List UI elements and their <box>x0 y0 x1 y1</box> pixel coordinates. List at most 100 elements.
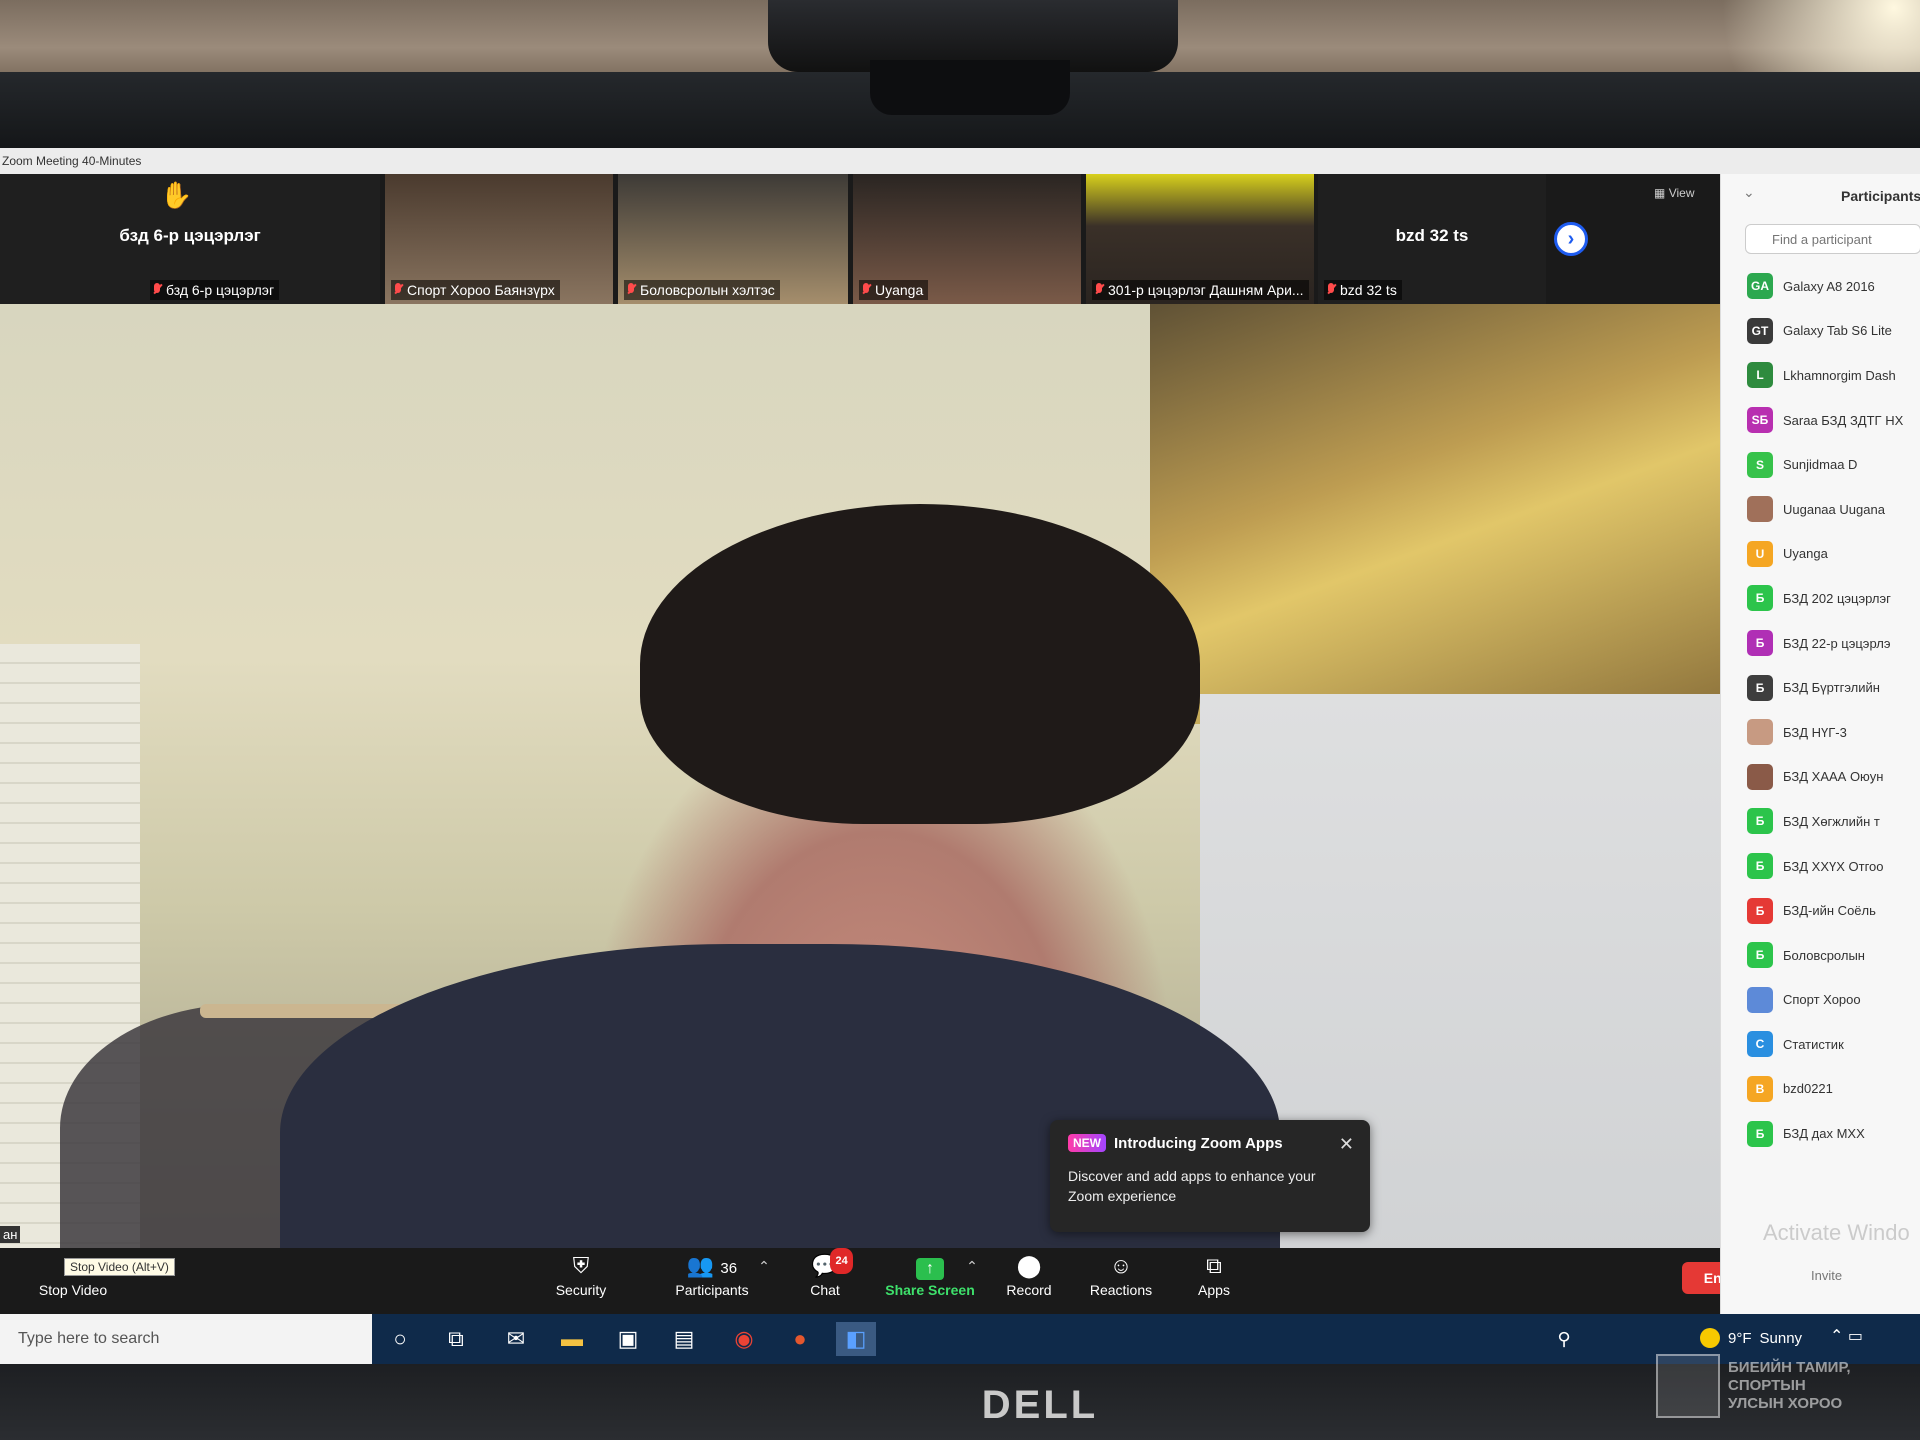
gallery-tile[interactable]: Uyanga <box>853 174 1081 304</box>
invite-button[interactable]: Invite <box>1811 1268 1842 1283</box>
chrome-icon[interactable]: ◉ <box>724 1322 764 1356</box>
weather-widget[interactable]: 9°F Sunny <box>1700 1328 1802 1348</box>
avatar: GA <box>1747 273 1773 300</box>
avatar: U <box>1747 540 1773 567</box>
gallery-tile[interactable]: Спорт Хороо Баянзүрх <box>385 174 613 304</box>
participant-row[interactable]: Спорт Хороо <box>1747 978 1920 1023</box>
photos-icon[interactable]: ▤ <box>664 1322 704 1356</box>
avatar: Б <box>1747 1120 1773 1147</box>
gallery-tile[interactable]: 301-р цэцэрлэг Дашням Ари... <box>1086 174 1314 304</box>
gallery-tile[interactable]: bzd 32 ts bzd 32 ts <box>1318 174 1546 304</box>
emblem-icon <box>1656 1354 1720 1418</box>
network-icon: ▭ <box>1847 1328 1863 1345</box>
security-button[interactable]: ⛨ Security <box>548 1254 614 1310</box>
participant-row[interactable]: U Uyanga <box>1747 532 1920 577</box>
participant-name: Galaxy A8 2016 <box>1783 278 1875 294</box>
file-explorer-icon[interactable]: ▬ <box>552 1322 592 1356</box>
tile-label: бзд 6-р цэцэрлэг <box>150 280 280 300</box>
avatar: S <box>1747 451 1773 478</box>
reactions-label: Reactions <box>1089 1282 1153 1298</box>
tile-label-text: 301-р цэцэрлэг Дашням Ари... <box>1108 282 1304 298</box>
participants-button[interactable]: 👥 36 Participants <box>662 1254 762 1310</box>
participant-row[interactable]: БЗД ХААА Оюун <box>1747 755 1920 800</box>
participant-row[interactable]: Б БЗД 202 цэцэрлэг <box>1747 576 1920 621</box>
participant-row[interactable]: Б БЗД дах МХХ <box>1747 1111 1920 1156</box>
apps-button[interactable]: ⧉ Apps <box>1194 1254 1234 1310</box>
zoom-apps-popup: NEW Introducing Zoom Apps ✕ Discover and… <box>1050 1120 1370 1232</box>
active-speaker-video <box>0 304 1720 1314</box>
avatar <box>1747 763 1773 790</box>
participant-row[interactable]: Uuganaa Uugana <box>1747 487 1920 532</box>
watermark-line2: УЛСЫН ХОРОО <box>1728 1395 1843 1412</box>
tile-label-text: Боловсролын хэлтэс <box>640 282 775 298</box>
participant-row[interactable]: L Lkhamnorgim Dash <box>1747 353 1920 398</box>
view-button[interactable]: ▦ View <box>1654 186 1694 200</box>
participants-options-caret[interactable]: ⌃ <box>754 1254 774 1310</box>
popup-body: Discover and add apps to enhance your Zo… <box>1068 1168 1316 1204</box>
reactions-button[interactable]: ☺ Reactions <box>1088 1254 1154 1310</box>
wall-light-glare <box>1660 0 1920 80</box>
mic-muted-icon <box>1095 283 1104 297</box>
chat-badge: 24 <box>830 1248 853 1274</box>
raise-hand-icon: ✋ <box>160 180 193 210</box>
avatar: Б <box>1747 853 1773 880</box>
record-button[interactable]: ⬤ Record <box>1004 1254 1054 1310</box>
participant-row[interactable]: S Sunjidmaa D <box>1747 442 1920 487</box>
participant-row[interactable]: SБ Saraa БЗД ЗДТГ НХ <box>1747 398 1920 443</box>
new-badge: NEW <box>1068 1134 1106 1152</box>
cortana-icon[interactable]: ○ <box>380 1322 420 1356</box>
view-label: View <box>1668 186 1695 200</box>
windows-taskbar: Type here to search ○ ⧉ ✉ ▬ ▣ ▤ ◉ ● ◧ ⚲ … <box>0 1314 1920 1364</box>
participant-row[interactable]: Bbzd0221 <box>1747 1067 1920 1112</box>
tile-label-text: Uyanga <box>875 282 924 298</box>
participant-name: Uuganaa Uugana <box>1783 501 1885 517</box>
participant-name: Боловсролын <box>1783 947 1865 963</box>
chat-button[interactable]: 💬 24 Chat <box>800 1248 853 1310</box>
avatar: Б <box>1747 674 1773 701</box>
participant-row[interactable]: Б БЗД-ийн Соёль <box>1747 888 1920 933</box>
store-icon[interactable]: ▣ <box>608 1322 648 1356</box>
participant-row[interactable]: Б БЗД Хөгжлийн т <box>1747 799 1920 844</box>
chevron-up-icon: ⌃ <box>966 1258 978 1274</box>
chevron-down-icon[interactable]: ⌄ <box>1743 184 1755 201</box>
participant-row[interactable]: GT Galaxy Tab S6 Lite <box>1747 309 1920 354</box>
participant-row[interactable]: БЗД НҮГ-3 <box>1747 710 1920 755</box>
close-icon[interactable]: ✕ <box>1339 1134 1354 1155</box>
weather-temp: 9°F <box>1728 1329 1752 1347</box>
participant-name: БЗД ХААА Оюун <box>1783 769 1884 785</box>
monitor-screen: Zoom Meeting 40-Minutes ✋ бзд 6-р цэцэрл… <box>0 148 1920 1364</box>
gallery-next-button[interactable]: › <box>1554 222 1588 256</box>
window-title: Zoom Meeting 40-Minutes <box>0 148 1920 174</box>
participant-row[interactable]: Б БЗД ХХҮХ Отгоо <box>1747 844 1920 889</box>
record-icon: ⬤ <box>1016 1253 1042 1278</box>
zoom-taskbar-icon[interactable]: ◧ <box>836 1322 876 1356</box>
chevron-up-icon: ⌃ <box>758 1258 770 1274</box>
avatar: С <box>1747 1031 1773 1058</box>
participant-name: БЗД НҮГ-3 <box>1783 724 1847 740</box>
mic-muted-icon <box>394 283 403 297</box>
activate-windows-watermark: Activate Windo <box>1763 1220 1910 1245</box>
tile-label: bzd 32 ts <box>1324 280 1402 300</box>
gallery-tile[interactable]: ✋ бзд 6-р цэцэрлэг бзд 6-р цэцэрлэг <box>0 174 380 304</box>
participant-row[interactable]: Б БЗД Бүртгэлийн <box>1747 665 1920 710</box>
participant-search-input[interactable] <box>1745 224 1920 254</box>
people-icon[interactable]: ⚲ <box>1544 1322 1584 1356</box>
powerpoint-icon[interactable]: ● <box>780 1322 820 1356</box>
record-label: Record <box>1006 1282 1052 1298</box>
popup-title: Introducing Zoom Apps <box>1114 1134 1283 1152</box>
participant-row[interactable]: Б Боловсролын <box>1747 933 1920 978</box>
tile-label-text: Спорт Хороо Баянзүрх <box>407 282 555 298</box>
task-view-icon[interactable]: ⧉ <box>436 1322 476 1356</box>
gallery-tile[interactable]: Боловсролын хэлтэс <box>618 174 848 304</box>
mail-icon[interactable]: ✉ <box>496 1322 536 1356</box>
participant-name: Lkhamnorgim Dash <box>1783 367 1896 383</box>
participant-row[interactable]: GA Galaxy A8 2016 <box>1747 264 1920 309</box>
avatar: Б <box>1747 630 1773 657</box>
taskbar-search-box[interactable]: Type here to search <box>0 1314 372 1364</box>
participant-row[interactable]: Б БЗД 22-р цэцэрлэ <box>1747 621 1920 666</box>
share-options-caret[interactable]: ⌃ <box>962 1254 982 1310</box>
system-tray[interactable]: ⌃ ▭ <box>1830 1326 1863 1346</box>
avatar: B <box>1747 1075 1773 1102</box>
participant-row[interactable]: С Статистик <box>1747 1022 1920 1067</box>
monitor-bezel-bottom <box>0 1364 1920 1440</box>
